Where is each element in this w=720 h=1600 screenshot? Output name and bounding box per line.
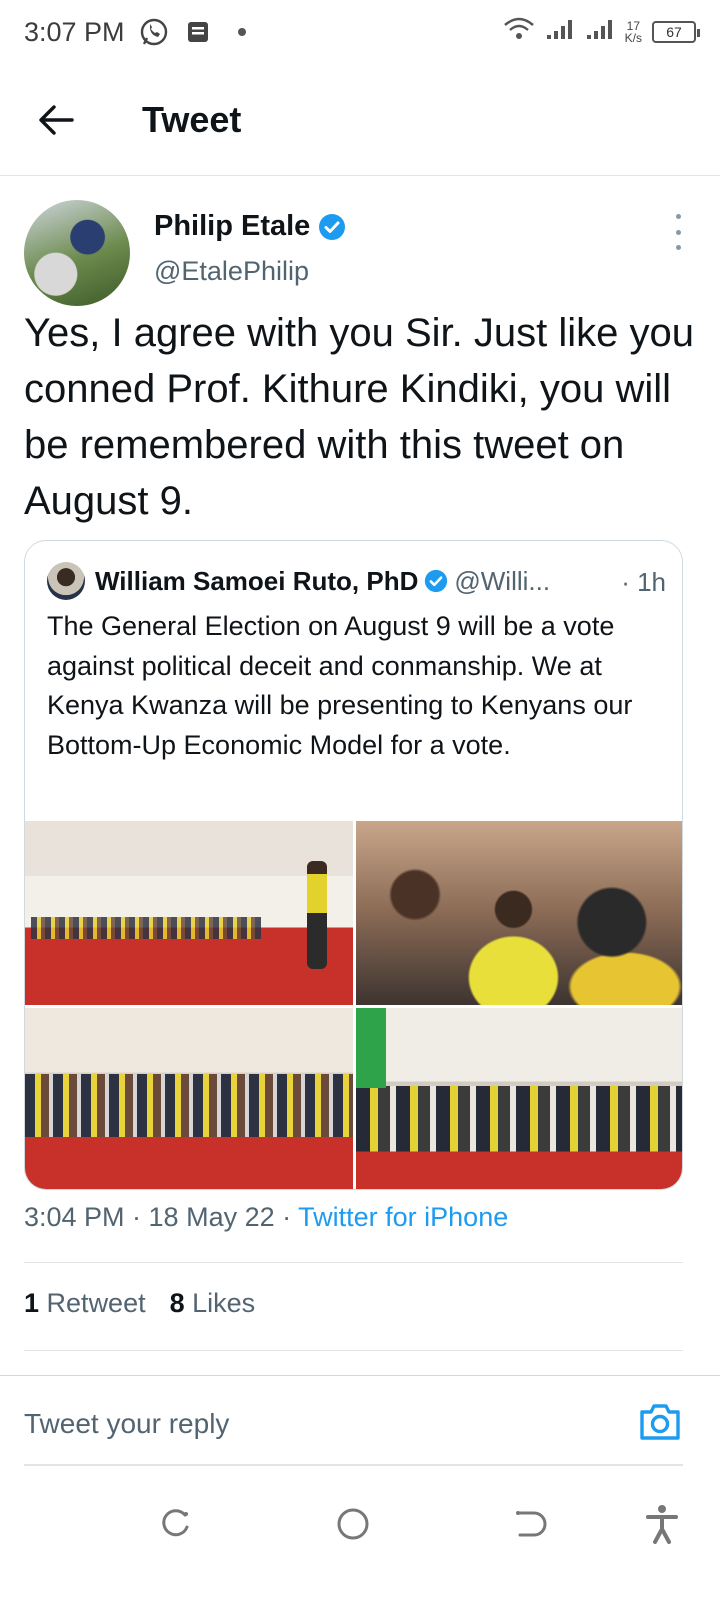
timestamp-text: 3:04 PM · 18 May 22 · <box>24 1202 299 1232</box>
author-handle[interactable]: @EtalePhilip <box>154 256 309 287</box>
status-time: 3:07 PM <box>24 16 125 47</box>
signal-icon <box>585 17 615 48</box>
message-icon <box>183 17 213 47</box>
tweet-text: Yes, I agree with you Sir. Just like you… <box>24 311 694 523</box>
avatar[interactable] <box>24 200 130 306</box>
photo-1[interactable] <box>25 821 353 1005</box>
author-name: Philip Etale <box>154 210 311 242</box>
more-dot-icon <box>675 214 681 219</box>
likes-stat[interactable]: 8 Likes <box>170 1288 256 1319</box>
like-count: 8 <box>169 1288 185 1318</box>
photo-speaker <box>307 861 327 969</box>
tweet-stats: 1 Retweet 8 Likes <box>24 1288 255 1319</box>
retweet-count: 1 <box>24 1288 40 1318</box>
signal-icon <box>545 17 575 48</box>
quoted-text: The General Election on August 9 will be… <box>47 611 633 760</box>
dot-icon <box>227 17 257 47</box>
photo-banner <box>356 1008 386 1088</box>
system-nav-bar <box>0 1480 720 1600</box>
author-name-row[interactable]: Philip Etale <box>154 210 346 243</box>
divider <box>24 1350 683 1351</box>
photo-2[interactable] <box>356 821 682 1005</box>
camera-icon[interactable] <box>638 1402 682 1442</box>
quoted-tweet[interactable]: William Samoei Ruto, PhD @Willi... · 1h … <box>24 540 683 1190</box>
retweet-label: Retweet <box>46 1288 146 1318</box>
tweet-author: Philip Etale @EtalePhilip <box>24 200 696 306</box>
battery-icon: 67 <box>652 21 700 43</box>
back-icon[interactable] <box>508 1502 552 1546</box>
divider <box>24 1262 683 1263</box>
quoted-tweet-header: William Samoei Ruto, PhD @Willi... <box>47 561 550 601</box>
quoted-author-name: William Samoei Ruto, PhD <box>95 565 419 596</box>
more-dot-icon <box>675 229 681 235</box>
like-label: Likes <box>192 1288 256 1318</box>
photo-crowd <box>31 917 261 939</box>
header: Tweet <box>0 64 720 176</box>
quoted-avatar <box>47 562 85 600</box>
net-speed-unit: K/s <box>624 31 642 45</box>
page-title: Tweet <box>142 98 242 140</box>
quoted-time: · 1h <box>621 567 666 597</box>
status-bar: 3:07 PM 17 K/s 67 <box>0 0 720 64</box>
accessibility-icon[interactable] <box>640 1502 684 1546</box>
verified-badge-icon <box>319 213 346 240</box>
more-dot-icon <box>675 245 681 250</box>
source-link[interactable]: Twitter for iPhone <box>298 1202 508 1232</box>
whatsapp-icon <box>139 17 169 47</box>
more-options-button[interactable] <box>666 214 690 250</box>
reply-input[interactable]: Tweet your reply <box>24 1408 229 1440</box>
recent-apps-icon[interactable] <box>154 1502 198 1546</box>
home-circle-icon[interactable] <box>331 1502 375 1546</box>
wifi-icon <box>503 17 535 48</box>
quoted-author-handle: @Willi... <box>454 565 551 596</box>
net-speed: 17 K/s <box>625 20 642 44</box>
battery-level: 67 <box>666 24 682 40</box>
tweet-timestamp: 3:04 PM · 18 May 22 · Twitter for iPhone <box>24 1202 508 1233</box>
back-button[interactable] <box>24 88 88 152</box>
reply-underline <box>24 1464 683 1466</box>
verified-badge-icon <box>424 569 448 593</box>
reply-bar: Tweet your reply <box>0 1375 720 1466</box>
photo-3[interactable] <box>25 1008 353 1189</box>
photo-4[interactable] <box>356 1008 682 1189</box>
back-arrow-icon <box>39 104 74 135</box>
photo-grid <box>25 821 682 1189</box>
retweets-stat[interactable]: 1 Retweet <box>24 1288 146 1319</box>
